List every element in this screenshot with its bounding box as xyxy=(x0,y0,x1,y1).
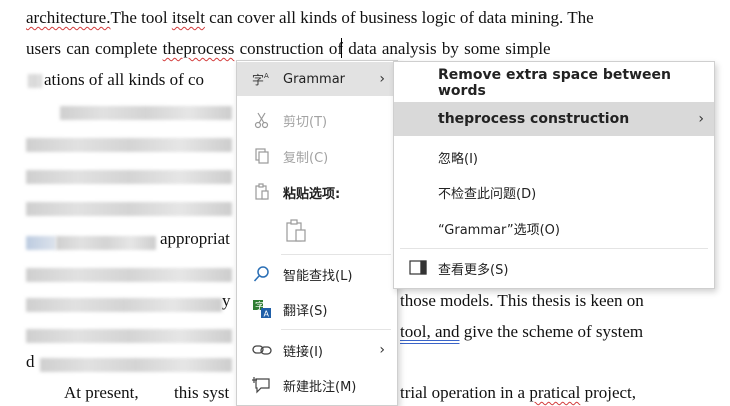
redacted-text xyxy=(40,358,232,372)
doc-line-12: At present, xyxy=(64,383,139,403)
chevron-right-icon: › xyxy=(379,71,385,87)
doc-line-12-tail: trial operation in a pratical project, xyxy=(400,383,636,403)
redacted-text xyxy=(26,236,56,250)
grammar-ignore-label: 忽略(I) xyxy=(438,151,478,167)
menu-item-translate[interactable]: 字A 翻译(S) xyxy=(237,292,397,326)
doc-text: trial operation in a xyxy=(400,383,530,402)
redacted-text xyxy=(26,170,232,184)
redacted-text xyxy=(60,106,232,120)
grammar-submenu: Remove extra space between words theproc… xyxy=(393,61,715,289)
grammar-ignore-item[interactable]: 忽略(I) xyxy=(394,140,714,174)
grammar-icon: 字A xyxy=(251,68,273,90)
menu-separator xyxy=(281,254,391,255)
redacted-text xyxy=(56,236,156,250)
copy-icon xyxy=(251,145,273,167)
doc-text: The tool xyxy=(110,8,172,27)
grammar-issue-title: Remove extra space between words xyxy=(438,67,671,99)
doc-line-11: d xyxy=(26,352,35,372)
translate-icon: 字A xyxy=(251,298,273,320)
grammar-dont-check-item[interactable]: 不检查此问题(D) xyxy=(394,175,714,209)
doc-text: ations of all kinds of co xyxy=(44,70,205,89)
menu-item-label: 智能查找(L) xyxy=(283,268,353,284)
grammar-see-more-label: 查看更多(S) xyxy=(438,262,509,278)
doc-line-2: users can complete theprocess constructi… xyxy=(26,39,551,59)
menu-item-label: 新建批注(M) xyxy=(283,379,357,395)
chevron-right-icon: › xyxy=(698,111,704,127)
see-more-icon xyxy=(408,258,428,278)
menu-separator xyxy=(400,248,708,249)
doc-line-9-fragment: y xyxy=(222,291,231,311)
doc-line-7: appropriat xyxy=(160,229,230,249)
menu-item-label: 链接(I) xyxy=(283,344,323,360)
doc-line-12-mid: this syst xyxy=(174,383,229,403)
new-comment-icon xyxy=(251,374,273,396)
grammar-see-more-item[interactable]: 查看更多(S) xyxy=(394,251,714,285)
menu-item-new-comment[interactable]: 新建批注(M) xyxy=(237,368,397,402)
menu-item-cut[interactable]: 剪切(T) xyxy=(237,103,397,137)
menu-item-paste-options: 粘贴选项: xyxy=(237,175,397,209)
doc-text: this syst xyxy=(174,383,230,402)
menu-separator xyxy=(281,329,391,330)
redacted-text xyxy=(26,202,232,216)
grammar-suggestion-item[interactable]: theprocess construction › xyxy=(394,102,714,136)
svg-text:A: A xyxy=(264,310,270,319)
paste-keep-text-icon xyxy=(283,217,309,245)
svg-text:字: 字 xyxy=(252,72,264,87)
text-caret xyxy=(341,38,342,58)
redacted-text xyxy=(26,298,222,312)
svg-text:A: A xyxy=(264,72,269,80)
paste-keep-text-only-button[interactable] xyxy=(237,211,397,251)
doc-line-10: tool, and give the scheme of system xyxy=(400,322,643,342)
smart-lookup-icon xyxy=(251,263,273,285)
clipboard-icon xyxy=(251,181,273,203)
menu-item-smart-lookup[interactable]: 智能查找(L) xyxy=(237,257,397,291)
redacted-text xyxy=(28,74,42,88)
redacted-text xyxy=(26,138,232,152)
doc-line-1: architecture.The tool itselt can cover a… xyxy=(26,8,594,28)
scissors-icon xyxy=(251,109,273,131)
context-menu: 字A Grammar › 剪切(T) 复制(C) 粘贴选项: 智能查找(L) 字… xyxy=(236,60,398,406)
doc-grammar-flag: tool, and xyxy=(400,322,460,341)
grammar-suggestion-label: theprocess construction xyxy=(438,111,630,127)
chevron-right-icon: › xyxy=(379,342,385,358)
doc-line-3: ations of all kinds of co xyxy=(44,70,204,90)
doc-word: architecture. xyxy=(26,8,111,27)
doc-misspelled-word: itselt xyxy=(171,8,205,27)
doc-text: can cover all kinds of business logic of… xyxy=(204,8,594,27)
grammar-options-item[interactable]: “Grammar”选项(O) xyxy=(394,211,714,245)
menu-item-label: 翻译(S) xyxy=(283,303,328,319)
link-icon xyxy=(251,339,273,361)
doc-text: those models. This thesis is keen on xyxy=(400,291,644,310)
redacted-text xyxy=(26,329,232,343)
doc-text: construction of data analysis by some si… xyxy=(234,39,551,58)
doc-misspelled-word: theprocess xyxy=(162,39,235,58)
menu-item-copy[interactable]: 复制(C) xyxy=(237,139,397,173)
menu-item-label: 粘贴选项: xyxy=(283,186,341,202)
doc-text: At present, xyxy=(64,383,139,402)
doc-text: users can complete xyxy=(26,39,163,58)
menu-item-label: 剪切(T) xyxy=(283,114,328,130)
doc-text: d xyxy=(26,352,35,371)
doc-text: give the scheme of system xyxy=(459,322,644,341)
doc-text: appropriat xyxy=(160,229,230,248)
doc-text: project, xyxy=(580,383,637,402)
grammar-options-label: “Grammar”选项(O) xyxy=(438,222,560,238)
doc-line-9: those models. This thesis is keen on xyxy=(400,291,644,311)
menu-item-link[interactable]: 链接(I) › xyxy=(237,333,397,367)
menu-item-label: 复制(C) xyxy=(283,150,329,166)
redacted-text xyxy=(26,268,232,282)
doc-misspelled-word: pratical xyxy=(529,383,581,402)
menu-item-label: Grammar xyxy=(283,71,346,87)
grammar-dont-check-label: 不检查此问题(D) xyxy=(438,186,537,202)
menu-item-grammar[interactable]: 字A Grammar › xyxy=(237,62,397,96)
grammar-issue-header: Remove extra space between words xyxy=(394,66,714,100)
doc-text: y xyxy=(222,291,231,310)
